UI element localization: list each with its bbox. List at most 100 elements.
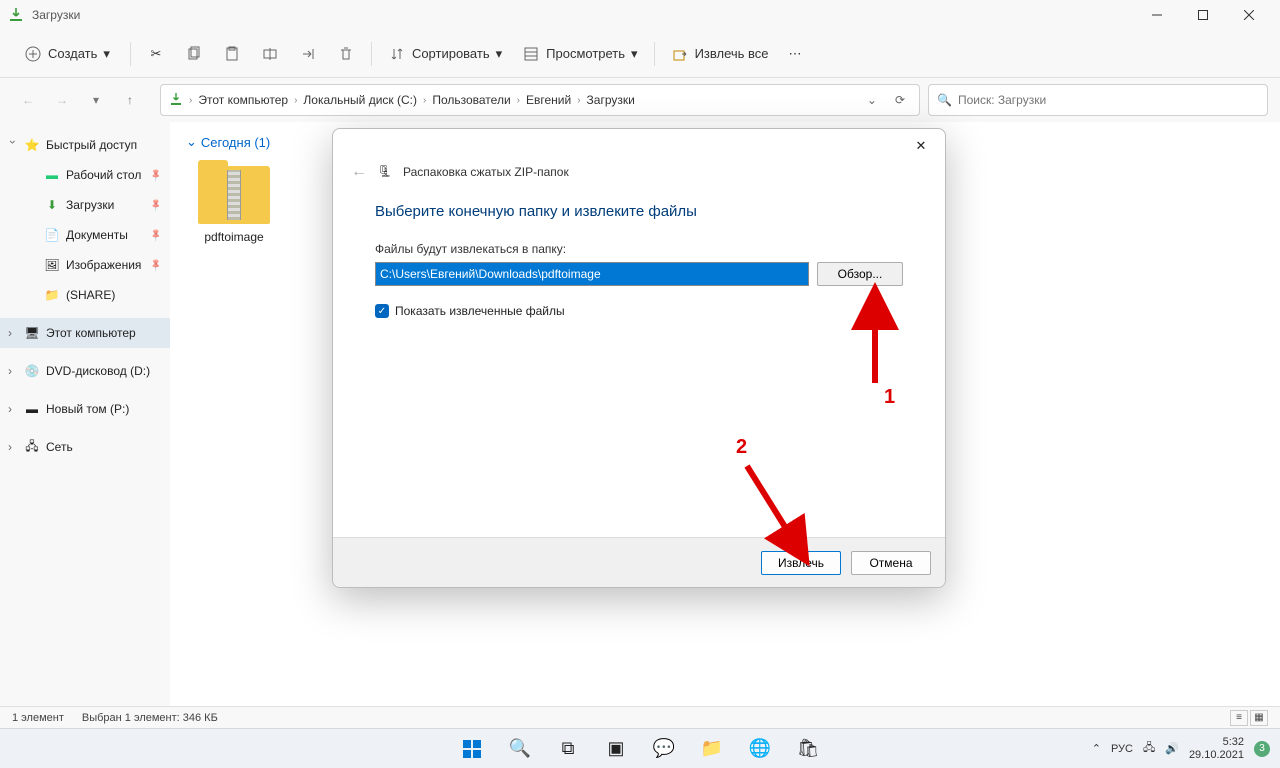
file-label: pdftoimage <box>186 230 282 244</box>
picture-icon: 🖼 <box>44 257 60 273</box>
sidebar-pictures[interactable]: 🖼Изображения <box>0 250 170 280</box>
destination-path-input[interactable] <box>375 262 809 286</box>
widgets-button[interactable]: ▣ <box>596 733 636 765</box>
extract-all-button[interactable]: Извлечь все <box>663 37 777 71</box>
dialog-heading: Выберите конечную папку и извлеките файл… <box>375 203 903 220</box>
drive-icon: ▬ <box>24 401 40 417</box>
sidebar: ⭐Быстрый доступ ▬Рабочий стол ⬇Загрузки … <box>0 122 170 706</box>
forward-button[interactable]: → <box>46 84 78 116</box>
chevron-down-icon: ⌄ <box>186 134 197 150</box>
separator <box>371 42 372 66</box>
sort-label: Сортировать <box>412 46 490 61</box>
icons-view-button[interactable]: ▦ <box>1250 710 1268 726</box>
close-button[interactable] <box>1226 0 1272 30</box>
maximize-button[interactable] <box>1180 0 1226 30</box>
volume-icon[interactable]: 🔊 <box>1165 742 1179 755</box>
up-button[interactable]: ↑ <box>114 84 146 116</box>
search-box[interactable]: 🔍 <box>928 84 1268 116</box>
desktop-icon: ▬ <box>44 167 60 183</box>
ellipsis-icon: ⋯ <box>789 46 802 62</box>
view-label: Просмотреть <box>546 46 625 61</box>
cancel-button[interactable]: Отмена <box>851 551 931 575</box>
taskbar: 🔍 ⧉ ▣ 💬 📁 🌐 🛍 ⌃ РУС 🖧 🔊 5:32 29.10.2021 … <box>0 728 1280 768</box>
sidebar-dvd[interactable]: 💿DVD-дисковод (D:) <box>0 356 170 386</box>
sidebar-network[interactable]: 🖧Сеть <box>0 432 170 462</box>
plus-icon <box>24 45 42 63</box>
sidebar-desktop[interactable]: ▬Рабочий стол <box>0 160 170 190</box>
sidebar-new-volume[interactable]: ▬Новый том (P:) <box>0 394 170 424</box>
crumb-c-drive[interactable]: Локальный диск (C:) <box>303 93 417 107</box>
time: 5:32 <box>1189 736 1244 748</box>
path-label: Файлы будут извлекаться в папку: <box>375 242 903 256</box>
sort-button[interactable]: Сортировать ▾ <box>380 37 510 71</box>
cut-button[interactable]: ✂ <box>139 37 173 71</box>
edge-button[interactable]: 🌐 <box>740 733 780 765</box>
clock[interactable]: 5:32 29.10.2021 <box>1189 736 1244 760</box>
notifications-badge[interactable]: 3 <box>1254 741 1270 757</box>
checkmark-icon: ✓ <box>375 304 389 318</box>
explorer-button[interactable]: 📁 <box>692 733 732 765</box>
view-button[interactable]: Просмотреть ▾ <box>514 37 645 71</box>
chevron-right-icon: › <box>577 95 580 106</box>
more-button[interactable]: ⋯ <box>781 37 810 71</box>
show-extracted-label: Показать извлеченные файлы <box>395 304 565 318</box>
sidebar-documents[interactable]: 📄Документы <box>0 220 170 250</box>
sidebar-downloads[interactable]: ⬇Загрузки <box>0 190 170 220</box>
sidebar-share[interactable]: 📁(SHARE) <box>0 280 170 310</box>
statusbar: 1 элемент Выбран 1 элемент: 346 КБ ≡ ▦ <box>0 706 1280 728</box>
refresh-icon[interactable]: ⟳ <box>889 93 911 107</box>
chevron-right-icon: › <box>294 95 297 106</box>
new-button[interactable]: Создать ▾ <box>12 37 122 71</box>
chevron-down-icon: ▾ <box>496 46 503 62</box>
clipboard-icon <box>223 45 241 63</box>
zip-folder-icon <box>194 160 274 224</box>
selection-info: Выбран 1 элемент: 346 КБ <box>82 712 218 724</box>
start-button[interactable] <box>452 733 492 765</box>
show-extracted-checkbox[interactable]: ✓ Показать извлеченные файлы <box>375 304 903 318</box>
chevron-down-icon: ▾ <box>631 46 638 62</box>
extract-button[interactable]: Извлечь <box>761 551 841 575</box>
language-indicator[interactable]: РУС <box>1111 743 1133 755</box>
share-button[interactable] <box>291 37 325 71</box>
crumb-this-pc[interactable]: Этот компьютер <box>198 93 288 107</box>
minimize-button[interactable] <box>1134 0 1180 30</box>
task-view-button[interactable]: ⧉ <box>548 733 588 765</box>
chat-button[interactable]: 💬 <box>644 733 684 765</box>
chevron-down-icon[interactable]: ⌄ <box>861 93 883 107</box>
dialog-close-button[interactable]: ✕ <box>905 132 937 160</box>
store-button[interactable]: 🛍 <box>788 733 828 765</box>
dialog-title: Распаковка сжатых ZIP-папок <box>403 165 569 179</box>
window-title: Загрузки <box>32 8 1134 22</box>
tray-chevron-icon[interactable]: ⌃ <box>1092 742 1101 755</box>
file-item[interactable]: pdftoimage <box>186 160 282 244</box>
document-icon: 📄 <box>44 227 60 243</box>
rename-button[interactable] <box>253 37 287 71</box>
crumb-downloads[interactable]: Загрузки <box>587 93 635 107</box>
back-button[interactable]: ← <box>12 84 44 116</box>
scissors-icon: ✂ <box>147 45 165 63</box>
chevron-right-icon: › <box>189 95 192 106</box>
chevron-right-icon: › <box>423 95 426 106</box>
details-view-button[interactable]: ≡ <box>1230 710 1248 726</box>
sidebar-quick-access[interactable]: ⭐Быстрый доступ <box>0 130 170 160</box>
disc-icon: 💿 <box>24 363 40 379</box>
rename-icon <box>261 45 279 63</box>
crumb-user[interactable]: Евгений <box>526 93 571 107</box>
separator <box>654 42 655 66</box>
recent-button[interactable]: ▾ <box>80 84 112 116</box>
sidebar-this-pc[interactable]: 🖥Этот компьютер <box>0 318 170 348</box>
network-icon[interactable]: 🖧 <box>1143 739 1155 758</box>
view-icon <box>522 45 540 63</box>
trash-icon <box>337 45 355 63</box>
search-button[interactable]: 🔍 <box>500 733 540 765</box>
delete-button[interactable] <box>329 37 363 71</box>
copy-button[interactable] <box>177 37 211 71</box>
separator <box>130 42 131 66</box>
back-icon[interactable]: ← <box>351 163 367 181</box>
breadcrumb[interactable]: › Этот компьютер › Локальный диск (C:) ›… <box>160 84 920 116</box>
crumb-users[interactable]: Пользователи <box>432 93 510 107</box>
navbar: ← → ▾ ↑ › Этот компьютер › Локальный дис… <box>0 78 1280 122</box>
browse-button[interactable]: Обзор... <box>817 262 903 286</box>
paste-button[interactable] <box>215 37 249 71</box>
search-input[interactable] <box>958 93 1259 107</box>
